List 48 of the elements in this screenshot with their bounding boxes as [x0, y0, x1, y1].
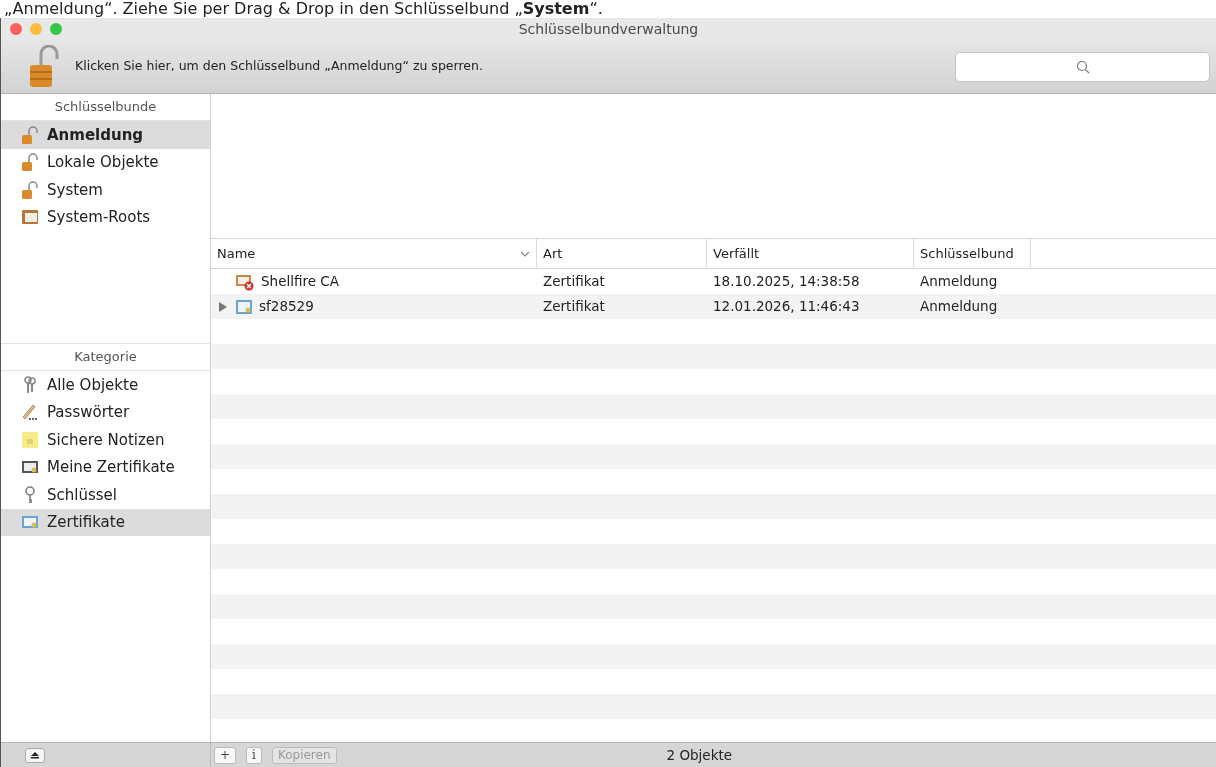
certificate-error-icon — [235, 272, 255, 291]
padlock-icon[interactable] — [29, 44, 59, 89]
sidebar-item[interactable]: System-Roots — [1, 203, 210, 231]
sidebar-item[interactable]: Meine Zertifikate — [1, 453, 210, 481]
sidebar-item[interactable]: Lokale Objekte — [1, 148, 210, 176]
table-cell-text: Shellfire CA — [261, 272, 339, 292]
minimize-button[interactable] — [30, 23, 42, 35]
certificate-stack-icon — [21, 208, 39, 227]
show-panel-button[interactable] — [25, 747, 45, 763]
padlock-icon — [21, 180, 39, 199]
lock-message[interactable]: Klicken Sie hier, um den Schlüsselbund „Anmeldung“ zu sperren. — [75, 57, 483, 76]
note-icon — [21, 430, 39, 449]
keys-icon — [21, 375, 39, 394]
column-header[interactable]: Verfällt — [707, 239, 914, 268]
section-heading: Kategorie — [1, 343, 210, 371]
sidebar-item[interactable]: Sichere Notizen — [1, 426, 210, 454]
padlock-icon — [21, 153, 39, 172]
search-icon — [1075, 59, 1090, 74]
table-cell: Anmeldung — [920, 298, 998, 315]
certificate-icon — [235, 298, 253, 315]
padlock-icon — [21, 125, 39, 144]
sidebar-item[interactable]: Anmeldung — [1, 121, 210, 149]
zoom-button[interactable] — [50, 23, 62, 35]
window-title: Schlüsselbundverwaltung — [518, 19, 699, 39]
caption-text: „Anmeldung“. Ziehe Sie per Drag & Drop in den Schlüsselbund „System“. — [4, 0, 603, 18]
sidebar-item[interactable]: Zertifikate — [1, 508, 210, 536]
table-cell: Zertifikat — [543, 298, 605, 315]
sidebar-item[interactable]: Schlüssel — [1, 481, 210, 509]
sidebar-item[interactable]: System — [1, 176, 210, 204]
table-cell-text: sf28529 — [259, 297, 314, 317]
sort-caret-icon — [520, 250, 530, 257]
column-header[interactable]: Art — [537, 239, 707, 268]
table-row[interactable]: sf28529 Zertifikat 12.01.2026, 11:46:43 Anmeldung — [211, 294, 1216, 319]
sidebar-item[interactable]: Passwörter — [1, 398, 210, 426]
search-field[interactable] — [955, 51, 1210, 82]
table-cell: 12.01.2026, 11:46:43 — [713, 298, 860, 315]
toolbar-button[interactable]: + — [214, 746, 237, 764]
disclosure-triangle-icon[interactable] — [219, 301, 227, 312]
table-cell: Zertifikat — [543, 273, 605, 290]
column-header[interactable]: Schlüsselbund — [914, 239, 1031, 268]
table-cell: 18.10.2025, 14:38:58 — [713, 273, 860, 290]
sidebar-item[interactable]: Alle Objekte — [1, 371, 210, 399]
toolbar-button[interactable]: i — [246, 746, 262, 764]
status-text: 2 Objekte — [666, 745, 733, 765]
close-button[interactable] — [10, 23, 22, 35]
column-header[interactable]: Name — [211, 239, 537, 268]
pencil-icon — [21, 403, 39, 422]
table-cell: Anmeldung — [920, 273, 998, 290]
